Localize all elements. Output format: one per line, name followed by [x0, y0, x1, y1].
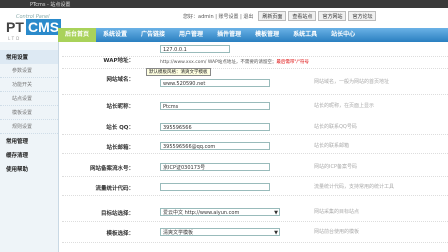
nav-template-management[interactable]: 模板管理	[248, 28, 286, 42]
site-domain-hint: 网站域名，一般为网站的首页地址	[314, 79, 390, 85]
target-site-label: 目标站选择：	[100, 211, 134, 217]
logo-ltd: LTD	[8, 36, 22, 41]
email-label: 站长邮箱：	[106, 145, 134, 151]
icp-hint: 网站的ICP备案号码	[314, 164, 357, 170]
wap-hint: http://www.xxx.com/ WAP站点地址，不需要的请留空；最后需带…	[160, 60, 310, 65]
divider	[62, 94, 448, 95]
template-value: 清爽文学模板	[163, 230, 194, 236]
nav-ad-links[interactable]: 广告链接	[134, 28, 172, 42]
email-input[interactable]: 395596566@qq.com	[160, 142, 270, 150]
logo-pt: PT	[6, 19, 24, 35]
sidebar-group-common-management[interactable]: 常用管理	[0, 134, 58, 148]
icp-label: 网站备案流水号：	[89, 166, 134, 172]
sidebar-item-site-settings[interactable]: 站点设置	[0, 92, 58, 106]
site-domain-label: 网站域名：	[106, 77, 134, 83]
divider	[62, 176, 448, 177]
template-label: 模板选择：	[106, 231, 134, 237]
nickname-hint: 站长的昵称，在页面上显示	[314, 103, 375, 109]
nav-home[interactable]: 后台首页	[58, 28, 97, 42]
wap-label: WAP地址：	[103, 58, 134, 64]
sidebar-item-rule-settings[interactable]: 规则设置	[0, 120, 58, 134]
template-hint: 网站前台使用的模板	[314, 229, 360, 235]
icp-input[interactable]: 京ICP证030173号	[160, 163, 270, 171]
chevron-down-icon: ▼	[274, 230, 278, 236]
qq-input[interactable]: 395596566	[160, 123, 270, 131]
stats-code-input[interactable]	[160, 183, 270, 191]
refresh-button[interactable]: 刷新页面	[258, 11, 287, 21]
stats-code-label: 流量统计代码：	[95, 186, 134, 192]
chevron-down-icon: ▼	[274, 210, 278, 216]
view-site-button[interactable]: 查看站点	[288, 11, 317, 21]
nav-user-management[interactable]: 用户管理	[172, 28, 210, 42]
main-nav: 后台首页 系统设置 广告链接 用户管理 插件管理 模板管理 系统工具 站长中心	[58, 28, 448, 42]
window-title: PTcms - 站点设置	[30, 2, 71, 8]
nav-plugin-management[interactable]: 插件管理	[210, 28, 248, 42]
nav-webmaster-center[interactable]: 站长中心	[324, 28, 362, 42]
site-domain-input[interactable]: www.520590.net	[160, 79, 270, 87]
qq-label: 站长 QQ：	[106, 125, 134, 131]
sidebar-item-feature-switches[interactable]: 功能开关	[0, 78, 58, 92]
top-links: 您好：admin | 账号设置 | 退出 刷新页面 查看站点 官方网站 官方论坛	[180, 11, 377, 21]
qq-hint: 站长的联系QQ号码	[314, 124, 357, 130]
logo-cms: CMS	[26, 19, 62, 35]
divider	[62, 221, 448, 222]
target-site-select[interactable]: 爱云中文 http://www.aiyun.com ▼	[160, 208, 280, 216]
sidebar-item-template-settings[interactable]: 模板设置	[0, 106, 58, 120]
template-select[interactable]: 清爽文学模板 ▼	[160, 228, 280, 236]
nav-system-tools[interactable]: 系统工具	[286, 28, 324, 42]
sidebar-group-common-settings[interactable]: 常用设置	[0, 50, 58, 64]
tooltip: 默认模板风格：清爽文学模板	[146, 68, 211, 76]
sidebar-group-cache-cleanup[interactable]: 缓存清理	[0, 148, 58, 162]
sidebar-item-parameters[interactable]: 参数设置	[0, 64, 58, 78]
nav-system-settings[interactable]: 系统设置	[96, 28, 134, 42]
sidebar: 常用设置 参数设置 功能开关 站点设置 模板设置 规则设置 常用管理 缓存清理 …	[0, 42, 59, 252]
target-site-value: 爱云中文 http://www.aiyun.com	[163, 210, 240, 216]
divider	[62, 68, 448, 69]
target-site-hint: 网站采集的目标站点	[314, 209, 360, 215]
email-hint: 站长的联系邮箱	[314, 143, 350, 149]
browser-top-bar: PTcms - 站点设置	[0, 0, 448, 8]
sidebar-group-help[interactable]: 使用帮助	[0, 162, 58, 176]
official-forum-button[interactable]: 官方论坛	[348, 11, 377, 21]
logo: Control Panel PT CMS LTD	[6, 14, 62, 42]
ip-field[interactable]: 127.0.0.1	[160, 45, 230, 53]
divider	[62, 134, 448, 135]
divider	[62, 195, 448, 196]
official-site-button[interactable]: 官方网站	[318, 11, 347, 21]
settings-form: 127.0.0.1 WAP地址： http://www.xxx.com/ WAP…	[62, 42, 448, 252]
stats-code-hint: 流量统计代码，支持常用的统计工具	[314, 184, 395, 190]
divider	[62, 153, 448, 154]
nickname-input[interactable]: Ptcms	[160, 102, 270, 110]
nickname-label: 站长昵称：	[106, 104, 134, 110]
user-info[interactable]: 您好：admin | 账号设置 | 退出	[180, 11, 256, 21]
divider	[62, 242, 448, 243]
